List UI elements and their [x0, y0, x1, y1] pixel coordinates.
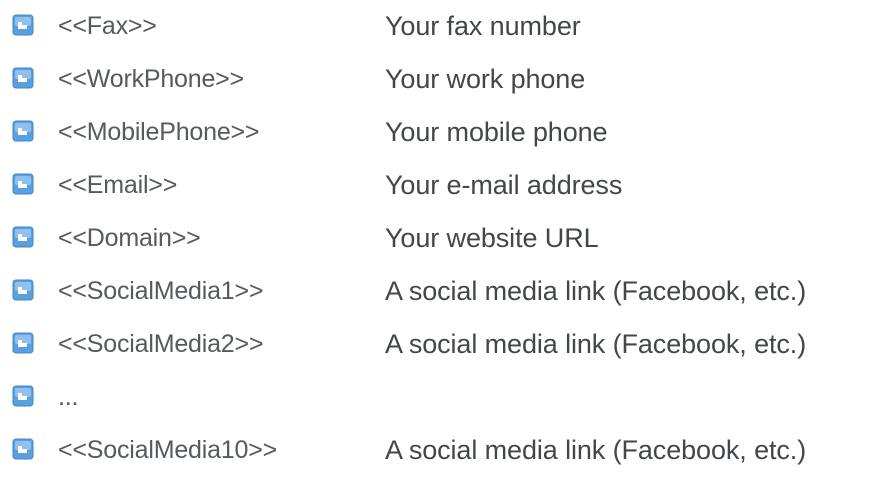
list-item: ...	[0, 374, 889, 422]
list-item: <<MobilePhone>> Your mobile phone	[0, 109, 889, 157]
field-description: A social media link (Facebook, etc.)	[385, 435, 807, 465]
field-description: A social media link (Facebook, etc.)	[385, 276, 807, 306]
field-description: Your e-mail address	[385, 170, 623, 200]
list-item: <<Fax>> Your fax number	[0, 3, 889, 51]
bullet-icon	[11, 437, 35, 461]
list-item: <<Domain>> Your website URL	[0, 215, 889, 263]
list-item: <<WorkPhone>> Your work phone	[0, 56, 889, 104]
field-token: <<SocialMedia10>>	[58, 436, 277, 464]
bullet-icon	[11, 66, 35, 90]
field-description: Your fax number	[385, 11, 581, 41]
bullet-icon	[11, 331, 35, 355]
bullet-icon	[11, 172, 35, 196]
field-token: <<Email>>	[58, 171, 178, 199]
field-token: <<SocialMedia2>>	[58, 330, 264, 358]
list-item: <<SocialMedia1>> A social media link (Fa…	[0, 268, 889, 316]
field-token: <<SocialMedia1>>	[58, 277, 264, 305]
field-token: <<Domain>>	[58, 224, 201, 252]
field-token: <<MobilePhone>>	[58, 118, 260, 146]
bullet-icon	[11, 13, 35, 37]
field-token: <<Fax>>	[58, 12, 157, 40]
list-item: <<SocialMedia2>> A social media link (Fa…	[0, 321, 889, 369]
field-description: A social media link (Facebook, etc.)	[385, 329, 807, 359]
list-item: <<Email>> Your e-mail address	[0, 162, 889, 210]
bullet-icon	[11, 225, 35, 249]
field-description: Your website URL	[385, 223, 599, 253]
list-item: <<SocialMedia10>> A social media link (F…	[0, 427, 889, 475]
bullet-icon	[11, 278, 35, 302]
bullet-icon	[11, 384, 35, 408]
field-description: Your work phone	[385, 64, 586, 94]
ellipsis-text: ...	[58, 383, 79, 411]
field-token: <<WorkPhone>>	[58, 65, 244, 93]
bullet-icon	[11, 119, 35, 143]
field-description: Your mobile phone	[385, 117, 608, 147]
